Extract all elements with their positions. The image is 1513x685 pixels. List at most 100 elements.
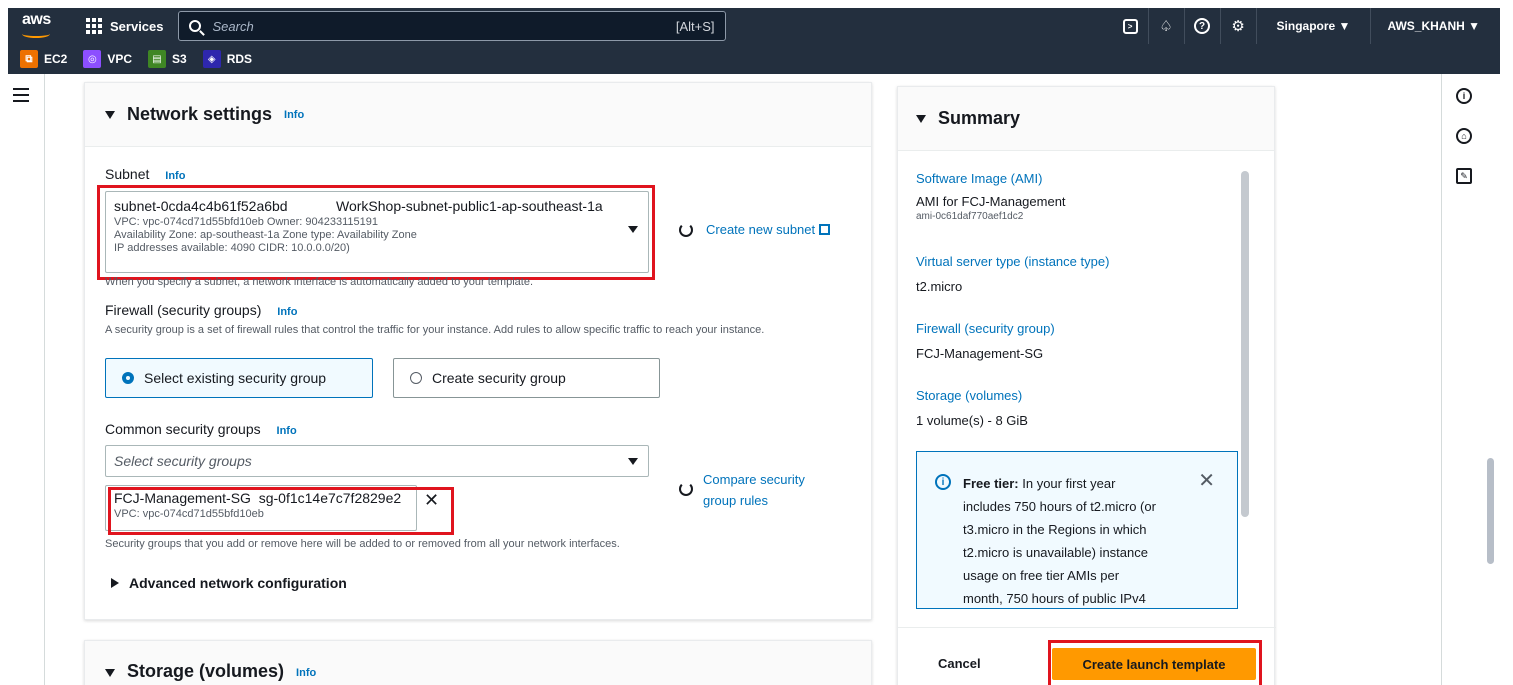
- bell-icon: ♤: [1159, 18, 1173, 35]
- create-sg-option[interactable]: Create security group: [393, 358, 660, 398]
- common-sg-info-link[interactable]: Info: [277, 425, 297, 437]
- refresh-subnet-icon[interactable]: [679, 223, 693, 237]
- subnet-info-link[interactable]: Info: [165, 170, 185, 182]
- search-shortcut: [Alt+S]: [675, 18, 715, 34]
- region-label: Singapore ▼: [1276, 19, 1351, 33]
- select-sg-placeholder: Select security groups: [114, 453, 252, 469]
- select-existing-sg-option[interactable]: Select existing security group: [105, 358, 373, 398]
- chevron-down-icon: [628, 458, 638, 465]
- nav-right: > ♤ ? ⚙ Singapore ▼ AWS_KHANH ▼: [1113, 8, 1500, 44]
- info-panel-icon[interactable]: i: [1456, 88, 1472, 104]
- advanced-network-label: Advanced network configuration: [129, 575, 347, 591]
- network-settings-title: Network settings: [127, 104, 273, 124]
- firewall-info-link[interactable]: Info: [277, 306, 297, 318]
- sg-hint: Security groups that you add or remove h…: [105, 538, 620, 550]
- s3-icon: ▤: [148, 50, 167, 68]
- top-nav: aws Services Search [Alt+S] > ♤ ? ⚙ Sing…: [8, 8, 1500, 44]
- feedback-icon[interactable]: ✎: [1456, 168, 1472, 184]
- highlight-box: [97, 185, 655, 280]
- summary-header[interactable]: Summary: [898, 87, 1274, 151]
- cloudshell-button[interactable]: >: [1113, 8, 1149, 44]
- favorite-vpc[interactable]: ◎ VPC: [83, 50, 132, 68]
- aws-logo[interactable]: aws: [16, 8, 66, 44]
- storage-title: Storage (volumes): [127, 661, 285, 681]
- summary-scrollbar[interactable]: [1241, 171, 1249, 517]
- search-placeholder: Search: [212, 18, 254, 34]
- history-icon[interactable]: ⌂: [1456, 128, 1472, 144]
- side-divider: [44, 74, 45, 685]
- create-new-subnet-label: Create new subnet: [706, 222, 816, 237]
- network-settings-card: Network settings Info Subnet Info subnet…: [84, 82, 872, 620]
- notifications-button[interactable]: ♤: [1149, 8, 1185, 44]
- storage-info-link[interactable]: Info: [296, 667, 316, 679]
- summary-firewall: Firewall (security group) FCJ-Management…: [916, 321, 1055, 361]
- services-menu-button[interactable]: Services: [86, 18, 164, 34]
- subnet-hint: When you specify a subnet, a network int…: [105, 276, 534, 288]
- security-groups-select[interactable]: Select security groups: [105, 445, 649, 477]
- create-new-subnet-link[interactable]: Create new subnet: [706, 222, 831, 237]
- storage-label-link[interactable]: Storage (volumes): [916, 388, 1028, 403]
- firewall-label-row: Firewall (security groups) Info: [105, 302, 297, 318]
- caret-down-icon: [105, 110, 115, 119]
- highlight-box: [1048, 640, 1262, 685]
- highlight-box: [108, 487, 454, 535]
- ec2-icon: ⧉: [20, 50, 38, 68]
- free-tier-line5: usage on free tier AMIs per: [963, 568, 1120, 583]
- compare-sg-line2: group rules: [703, 493, 769, 508]
- storage-card-header[interactable]: Storage (volumes) Info: [84, 640, 872, 685]
- favorite-ec2[interactable]: ⧉ EC2: [20, 50, 67, 68]
- menu-icon[interactable]: [13, 88, 29, 106]
- free-tier-line4: t2.micro is unavailable) instance: [963, 545, 1148, 560]
- ami-id: ami-0c61daf770aef1dc2: [916, 211, 1024, 222]
- free-tier-line2: includes 750 hours of t2.micro (or: [963, 499, 1156, 514]
- select-existing-sg-label: Select existing security group: [144, 370, 327, 386]
- refresh-sg-icon[interactable]: [679, 482, 693, 496]
- common-sg-label-row: Common security groups Info: [105, 421, 297, 437]
- page-scrollbar[interactable]: [1487, 458, 1494, 564]
- favorite-s3[interactable]: ▤ S3: [148, 50, 187, 68]
- firewall-label: Firewall (security groups): [105, 302, 262, 318]
- network-settings-header[interactable]: Network settings Info: [85, 83, 871, 147]
- summary-instance-type: Virtual server type (instance type) t2.m…: [916, 254, 1109, 294]
- help-button[interactable]: ?: [1185, 8, 1221, 44]
- vpc-icon: ◎: [83, 50, 102, 68]
- close-icon[interactable]: ✕: [1198, 470, 1215, 493]
- favorite-label: S3: [172, 52, 187, 66]
- tools-panel: i ⌂ ✎: [1441, 74, 1500, 685]
- summary-panel: Summary Software Image (AMI) AMI for FCJ…: [897, 86, 1276, 685]
- firewall-label-link[interactable]: Firewall (security group): [916, 321, 1055, 336]
- region-selector[interactable]: Singapore ▼: [1257, 8, 1372, 44]
- aws-smile-icon: [22, 30, 50, 38]
- external-link-icon: [819, 224, 831, 235]
- compare-sg-rules-link[interactable]: Compare security group rules: [703, 469, 805, 511]
- summary-ami: Software Image (AMI) AMI for FCJ-Managem…: [916, 171, 1066, 222]
- network-info-link[interactable]: Info: [284, 109, 304, 121]
- instance-type-label-link[interactable]: Virtual server type (instance type): [916, 254, 1109, 269]
- create-sg-label: Create security group: [432, 370, 566, 386]
- gear-icon: ⚙: [1231, 18, 1245, 35]
- free-tier-line6: month, 750 hours of public IPv4: [963, 591, 1146, 606]
- advanced-network-toggle[interactable]: Advanced network configuration: [111, 575, 347, 591]
- free-tier-bold: Free tier:: [963, 476, 1019, 491]
- common-sg-label: Common security groups: [105, 421, 261, 437]
- search-input[interactable]: Search [Alt+S]: [177, 11, 726, 41]
- cancel-button[interactable]: Cancel: [938, 656, 981, 671]
- settings-button[interactable]: ⚙: [1221, 8, 1257, 44]
- favorite-label: VPC: [107, 52, 133, 66]
- info-icon: i: [935, 474, 951, 490]
- free-tier-line3: t3.micro in the Regions in which: [963, 522, 1147, 537]
- services-label: Services: [110, 18, 164, 34]
- caret-down-icon: [916, 114, 926, 123]
- ami-label-link[interactable]: Software Image (AMI): [916, 171, 1066, 186]
- grid-icon: [86, 18, 102, 34]
- account-menu[interactable]: AWS_KHANH ▼: [1371, 8, 1500, 44]
- instance-type-value: t2.micro: [916, 279, 963, 294]
- rds-icon: ◈: [202, 50, 221, 68]
- favorites-bar: ⧉ EC2 ◎ VPC ▤ S3 ◈ RDS: [8, 44, 1500, 74]
- summary-footer: Cancel Create launch template: [898, 627, 1276, 685]
- firewall-description: A security group is a set of firewall ru…: [105, 324, 765, 336]
- caret-down-icon: [105, 669, 115, 677]
- favorite-rds[interactable]: ◈ RDS: [202, 50, 252, 68]
- caret-right-icon: [111, 578, 119, 588]
- ami-value: AMI for FCJ-Management: [916, 194, 1066, 209]
